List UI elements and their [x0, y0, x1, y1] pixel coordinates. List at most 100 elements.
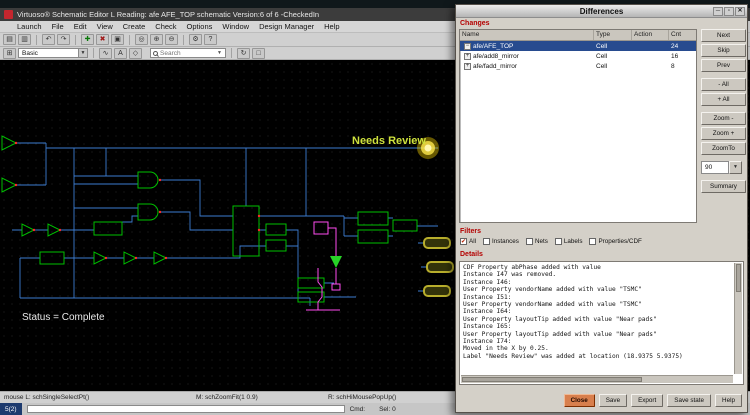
block-instance[interactable] — [393, 220, 417, 231]
menu-view[interactable]: View — [92, 22, 118, 31]
checkbox-icon[interactable] — [526, 238, 533, 245]
undo-icon[interactable]: ↶ — [42, 34, 55, 45]
and-gate[interactable] — [138, 204, 158, 220]
refresh-icon[interactable]: ↻ — [237, 48, 250, 59]
zoom-level-combo[interactable]: 90 ▼ — [701, 161, 746, 174]
block-instance[interactable] — [298, 278, 324, 288]
inverter[interactable] — [48, 224, 60, 236]
detail-line: Moved in the X by 0.25. — [463, 345, 731, 352]
search-input[interactable] — [160, 50, 215, 57]
inverter[interactable] — [22, 224, 34, 236]
pad-instances[interactable] — [424, 238, 453, 296]
inverter[interactable] — [154, 252, 166, 264]
menu-file[interactable]: File — [47, 22, 69, 31]
filter-labels[interactable]: Labels — [555, 238, 583, 245]
menu-launch[interactable]: Launch — [12, 22, 47, 31]
search-chevron-icon[interactable]: ▼ — [217, 50, 222, 56]
block-instance[interactable] — [94, 222, 122, 235]
workspace-combo[interactable]: Basic ▼ — [18, 48, 88, 58]
prev-button[interactable]: Prev — [701, 59, 746, 72]
input-buffer[interactable] — [2, 178, 16, 192]
zoom-fit-icon[interactable]: ◎ — [135, 34, 148, 45]
delete-icon[interactable]: ✖ — [96, 34, 109, 45]
filter-properties-cdf[interactable]: Properties/CDF — [589, 238, 641, 245]
search-box[interactable]: ▼ — [150, 48, 226, 58]
expander-icon[interactable]: − — [464, 43, 471, 50]
instance-icon[interactable]: ⊞ — [3, 48, 16, 59]
redo-icon[interactable]: ↷ — [57, 34, 70, 45]
dialog-close-icon[interactable]: ✕ — [735, 7, 745, 16]
scrollbar-thumb[interactable] — [736, 264, 741, 292]
inverter[interactable] — [94, 252, 106, 264]
detail-line: Instance I74: — [463, 338, 731, 345]
dialog-maximize-icon[interactable]: ▫ — [724, 7, 734, 16]
pin-icon[interactable]: ◇ — [129, 48, 142, 59]
zoom-in-button[interactable]: Zoom + — [701, 127, 746, 140]
scrollbar-thumb[interactable] — [462, 377, 642, 382]
wire-icon[interactable]: ∿ — [99, 48, 112, 59]
filter-label: Properties/CDF — [598, 238, 641, 245]
block-instance[interactable] — [298, 292, 324, 302]
add-icon[interactable]: ✚ — [81, 34, 94, 45]
help-icon[interactable]: ? — [204, 34, 217, 45]
filter-all[interactable]: ✔ All — [460, 238, 476, 245]
dialog-minimize-icon[interactable]: ─ — [713, 7, 723, 16]
input-buffer[interactable] — [2, 136, 16, 150]
skip-button[interactable]: Skip — [701, 44, 746, 57]
save-state-button[interactable]: Save state — [667, 394, 711, 407]
expander-icon[interactable]: + — [464, 63, 471, 70]
block-instance[interactable] — [358, 230, 388, 243]
details-section-label: Details — [460, 251, 483, 258]
inverter[interactable] — [124, 252, 136, 264]
menu-window[interactable]: Window — [217, 22, 254, 31]
zoom-out-icon[interactable]: ⊖ — [165, 34, 178, 45]
block-instance[interactable] — [233, 206, 259, 256]
menu-create[interactable]: Create — [118, 22, 151, 31]
help-button[interactable]: Help — [715, 394, 742, 407]
and-gate[interactable] — [138, 172, 158, 188]
expand-all-button[interactable]: + All — [701, 93, 746, 106]
save-button[interactable]: Save — [599, 394, 627, 407]
details-horizontal-scrollbar[interactable] — [461, 375, 733, 383]
selected-buffer[interactable] — [330, 256, 342, 268]
menu-check[interactable]: Check — [150, 22, 181, 31]
needs-review-label[interactable]: Needs Review — [352, 135, 426, 147]
menu-design-manager[interactable]: Design Manager — [254, 22, 319, 31]
command-input[interactable] — [27, 405, 345, 413]
block-instance[interactable] — [266, 240, 286, 251]
close-button[interactable]: Close — [564, 394, 595, 407]
collapse-all-button[interactable]: - All — [701, 78, 746, 91]
col-type: Type — [594, 30, 632, 40]
expander-icon[interactable]: + — [464, 53, 471, 60]
block-instance[interactable] — [40, 252, 64, 264]
details-vertical-scrollbar[interactable] — [734, 263, 742, 374]
block-instance[interactable] — [266, 224, 286, 235]
schematic-components[interactable] — [2, 136, 417, 302]
menu-edit[interactable]: Edit — [69, 22, 92, 31]
table-row[interactable]: + afe/add8_mirror Cell 16 — [460, 51, 696, 61]
checkbox-icon[interactable] — [555, 238, 562, 245]
zoom-to-button[interactable]: ZoomTo — [701, 142, 746, 155]
menu-options[interactable]: Options — [182, 22, 218, 31]
checkbox-icon[interactable] — [589, 238, 596, 245]
zoom-out-button[interactable]: Zoom - — [701, 112, 746, 125]
checkbox-checked-icon[interactable]: ✔ — [460, 238, 467, 245]
open-icon[interactable]: ▤ — [3, 34, 16, 45]
export-button[interactable]: Export — [631, 394, 663, 407]
block-instance[interactable] — [358, 212, 388, 225]
table-row[interactable]: + afe/fadd_mirror Cell 8 — [460, 61, 696, 71]
table-row[interactable]: − afe/AFE_TOP Cell 24 — [460, 41, 696, 51]
filter-nets[interactable]: Nets — [526, 238, 548, 245]
checkbox-icon[interactable] — [483, 238, 490, 245]
next-button[interactable]: Next — [701, 29, 746, 42]
schematic-status-label[interactable]: Status = Complete — [22, 312, 105, 323]
properties-icon[interactable]: ▣ — [111, 34, 124, 45]
fit-view-icon[interactable]: □ — [252, 48, 265, 59]
label-icon[interactable]: A — [114, 48, 127, 59]
filter-instances[interactable]: Instances — [483, 238, 519, 245]
settings-icon[interactable]: ⚙ — [189, 34, 202, 45]
menu-help[interactable]: Help — [319, 22, 344, 31]
save-icon[interactable]: ▥ — [18, 34, 31, 45]
summary-button[interactable]: Summary — [701, 180, 746, 193]
zoom-in-icon[interactable]: ⊕ — [150, 34, 163, 45]
